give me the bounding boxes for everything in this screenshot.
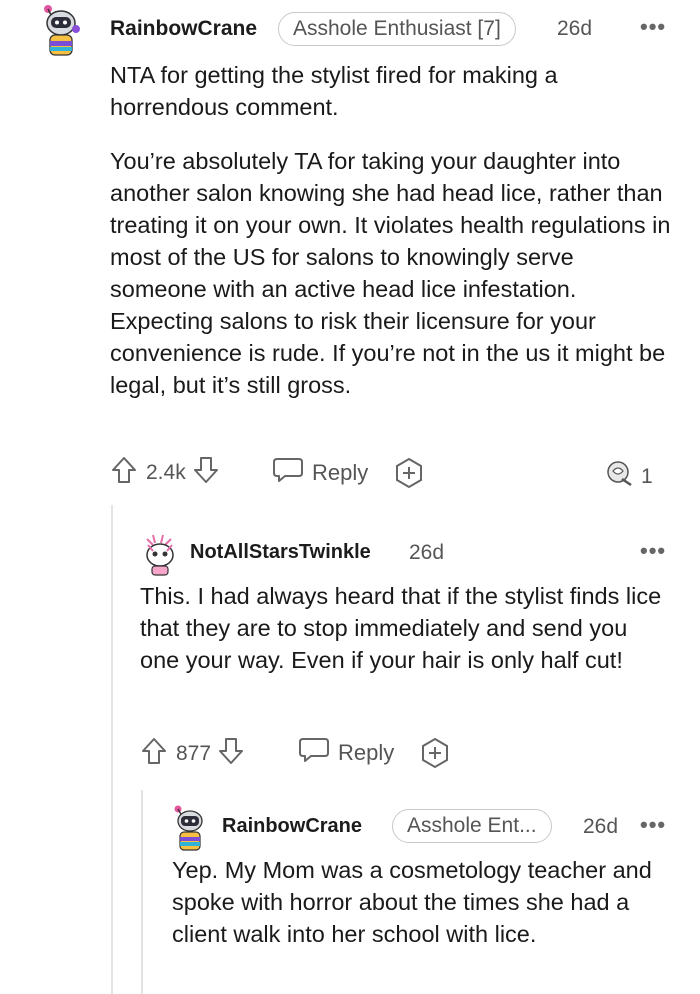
thread-line xyxy=(111,505,113,994)
avatar[interactable] xyxy=(139,531,183,577)
vote-count: 877 xyxy=(176,742,212,765)
vote-bar: 2.4k xyxy=(110,455,220,491)
comment-paragraph: You’re absolutely TA for taking your dau… xyxy=(110,148,671,398)
reply-button[interactable]: Reply xyxy=(298,736,394,770)
plus-circle-icon[interactable] xyxy=(393,457,425,494)
comment-body: NTA for getting the stylist fired for ma… xyxy=(110,59,675,401)
timestamp: 26d xyxy=(557,17,593,40)
comment-body: This. I had always heard that if the sty… xyxy=(140,580,670,676)
speech-bubble-icon xyxy=(272,456,304,490)
user-flair: Asshole Enthusiast [7] xyxy=(278,12,516,46)
award-count: 1 xyxy=(641,465,653,488)
comment-paragraph: Yep. My Mom was a cosmetology teacher an… xyxy=(172,857,652,947)
award-icon xyxy=(605,459,635,495)
thread-line xyxy=(141,790,143,994)
comment-paragraph: NTA for getting the stylist fired for ma… xyxy=(110,62,558,120)
comment-body: Yep. My Mom was a cosmetology teacher an… xyxy=(172,854,662,950)
speech-bubble-icon xyxy=(298,736,330,770)
avatar[interactable] xyxy=(170,804,210,852)
username[interactable]: RainbowCrane xyxy=(222,815,362,838)
award-display[interactable]: 1 xyxy=(605,459,653,495)
reply-label: Reply xyxy=(312,460,369,485)
user-flair: Asshole Ent... xyxy=(392,809,552,843)
reply-label: Reply xyxy=(338,740,395,765)
username[interactable]: NotAllStarsTwinkle xyxy=(190,541,371,564)
vote-count: 2.4k xyxy=(146,461,186,484)
arrow-up-icon[interactable] xyxy=(140,736,168,772)
arrow-down-icon[interactable] xyxy=(192,455,220,491)
reply-button[interactable]: Reply xyxy=(272,456,368,490)
vote-bar: 877 xyxy=(140,736,245,772)
arrow-down-icon[interactable] xyxy=(217,736,245,772)
plus-circle-icon[interactable] xyxy=(419,737,451,774)
timestamp: 26d xyxy=(583,815,619,838)
more-options-icon[interactable]: ••• xyxy=(640,812,666,838)
arrow-up-icon[interactable] xyxy=(110,455,138,491)
more-options-icon[interactable]: ••• xyxy=(640,14,666,40)
more-options-icon[interactable]: ••• xyxy=(640,538,666,564)
username[interactable]: RainbowCrane xyxy=(110,17,257,41)
avatar[interactable] xyxy=(38,3,84,57)
comment-paragraph: This. I had always heard that if the sty… xyxy=(140,583,662,673)
timestamp: 26d xyxy=(409,541,445,564)
